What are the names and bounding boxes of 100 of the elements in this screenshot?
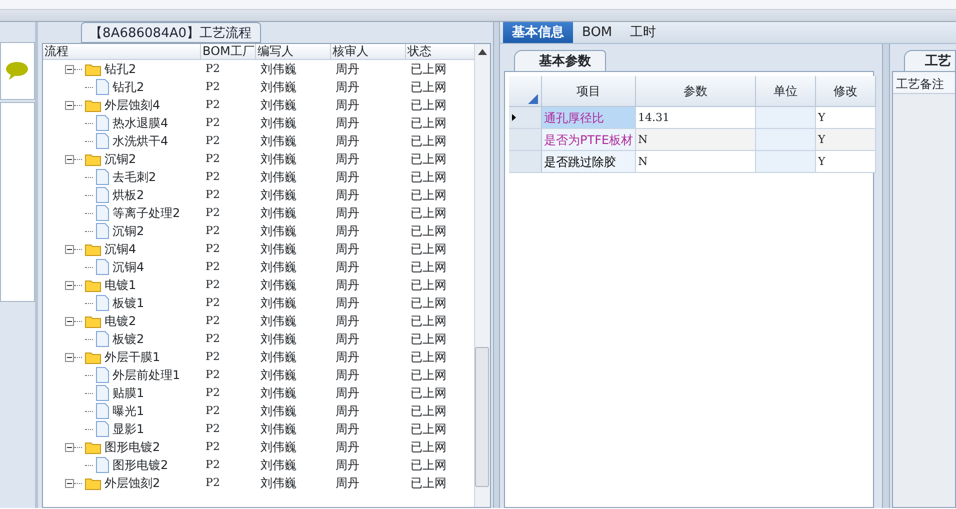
column-header[interactable]: 流程 [42,44,201,59]
tab[interactable]: BOM [573,22,622,43]
folder-icon [84,98,101,112]
table-cell-text: 刘伟巍 [260,61,298,78]
table-cell[interactable]: 是否跳过除胶 [542,151,636,173]
panel-tab[interactable]: 工艺 [904,50,956,71]
tree-node-label[interactable]: 板镀2 [108,330,144,348]
tree-node-label[interactable]: 曝光1 [108,402,144,420]
tree-node-label[interactable]: 贴膜1 [108,384,144,402]
tree-node-label[interactable]: 水洗烘干4 [108,132,168,150]
column-header[interactable]: 核审人 [330,44,406,59]
table-cell[interactable]: N [636,129,756,151]
tree-node-label[interactable]: 图形电镀2 [100,438,160,456]
minus-box-icon[interactable] [64,316,74,326]
folder-icon [84,152,101,166]
table-cell-text: P2 [204,187,221,203]
tree-node-label[interactable]: 图形电镀2 [108,456,168,474]
tree-node-label[interactable]: 热水退膜4 [108,114,168,132]
minus-box-icon[interactable] [64,100,74,110]
scrollbar-thumb[interactable] [475,347,490,487]
document-icon [96,295,109,311]
tree-node-label[interactable]: 沉铜2 [108,222,144,240]
table-cell-text: 已上网 [410,133,448,150]
table-cell-text: P2 [204,223,221,239]
table-cell-text: 已上网 [410,187,448,204]
tree-node-label[interactable]: 板镀1 [108,294,144,312]
column-header[interactable]: 修改 [816,76,876,107]
tree-node-label[interactable]: 钻孔2 [100,60,136,78]
table-cell-text: P2 [204,367,221,383]
table-cell-text: 刘伟巍 [260,475,298,492]
tree-node-label[interactable]: 沉铜4 [100,240,136,258]
table-cell[interactable]: Y [816,129,876,151]
column-header[interactable]: BOM工厂 [200,44,256,59]
table-cell-text: 周丹 [334,97,361,114]
table-cell-text: 周丹 [334,277,361,294]
tree-node-label[interactable]: 显影1 [108,420,144,438]
table-cell-text: P2 [204,475,221,491]
table-cell-text: 已上网 [410,205,448,222]
table-cell-text: P2 [204,331,221,347]
folder-icon [84,278,101,292]
column-header[interactable]: 项目 [542,76,636,107]
tree-node-label[interactable]: 外层干膜1 [100,348,160,366]
table-cell-text: P2 [204,97,221,113]
tree-node-label[interactable]: 外层蚀刻2 [100,474,160,492]
table-cell-text: P2 [204,61,221,77]
tab[interactable]: 工时 [621,22,666,43]
table-cell[interactable]: Y [816,151,876,173]
minus-box-icon[interactable] [64,442,74,452]
tab[interactable]: 基本信息 [503,22,573,43]
table-cell-text: P2 [204,457,221,473]
table-cell-text: 周丹 [334,349,361,366]
table-cell[interactable]: 14.31 [636,107,756,129]
tree-node-label[interactable]: 沉铜4 [108,258,144,276]
document-icon [96,169,109,185]
minus-box-icon[interactable] [64,244,74,254]
table-cell-text: P2 [204,241,221,257]
minus-box-icon[interactable] [64,352,74,362]
table-cell-text: 刘伟巍 [260,187,298,204]
table-cell-text: 刘伟巍 [260,205,298,222]
table-cell-text: P2 [204,403,221,419]
table-cell[interactable]: N [636,151,756,173]
panel-tab[interactable]: 【8A686084A0】工艺流程 [80,22,261,43]
minus-box-icon[interactable] [64,478,74,488]
scroll-up-icon[interactable] [478,49,487,55]
table-cell-text: P2 [204,79,221,95]
table-cell-text: 刘伟巍 [260,97,298,114]
tree-node-label[interactable]: 电镀2 [100,312,136,330]
table-cell-text: P2 [204,439,221,455]
table-cell[interactable]: Y [816,107,876,129]
tree-node-label[interactable]: 外层蚀刻4 [100,96,160,114]
table-cell-text: 周丹 [334,205,361,222]
column-header[interactable]: 参数 [636,76,756,107]
tree-node-label[interactable]: 电镀1 [100,276,136,294]
minus-box-icon[interactable] [64,280,74,290]
tree-node-label[interactable]: 外层前处理1 [108,366,180,384]
minus-box-icon[interactable] [64,64,74,74]
document-icon [96,115,109,131]
document-icon [96,223,109,239]
panel-tab[interactable]: 基本参数 [514,50,606,71]
folder-icon [84,62,101,76]
table-cell-text: 已上网 [410,277,448,294]
table-cell[interactable]: 通孔厚径比 [542,107,636,129]
document-icon [96,331,109,347]
column-header[interactable]: 单位 [756,76,816,107]
minus-box-icon[interactable] [64,154,74,164]
table-cell-text: 已上网 [410,313,448,330]
tree-node-label[interactable]: 沉铜2 [100,150,136,168]
tree-node-label[interactable]: 去毛刺2 [108,168,156,186]
document-icon [96,205,109,221]
table-cell-text: 刘伟巍 [260,403,298,420]
table-cell-text: 周丹 [334,133,361,150]
tree-node-label[interactable]: 钻孔2 [108,78,144,96]
tree-node-label[interactable]: 烘板2 [108,186,144,204]
table-cell[interactable]: 是否为PTFE板材 [542,129,636,151]
document-icon [96,421,109,437]
tree-node-label[interactable]: 等离子处理2 [108,204,180,222]
table-cell-text: 周丹 [334,169,361,186]
table-cell-text: 已上网 [410,457,448,474]
table-cell-text: 已上网 [410,475,448,492]
column-header[interactable]: 编写人 [256,44,331,59]
